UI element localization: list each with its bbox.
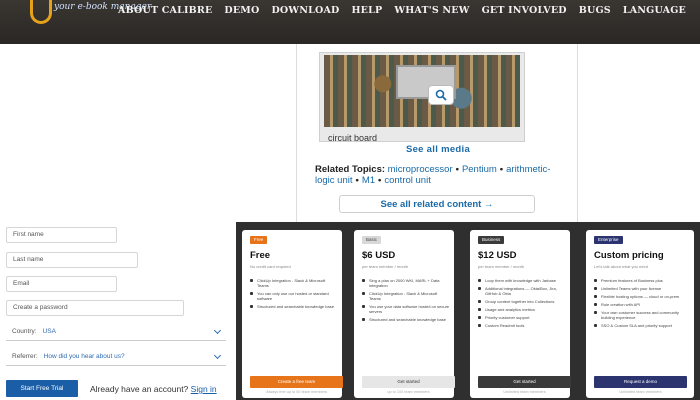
- plan-subtitle: Let's talk about what you need: [594, 264, 648, 269]
- pricing-panel: Free Free No credit card required ClickU…: [236, 222, 700, 400]
- see-all-media-link[interactable]: See all media: [297, 144, 579, 155]
- plan-subtitle: No credit card required: [250, 264, 291, 269]
- media-caption: circuit board: [328, 133, 378, 143]
- referrer-label: Referrer:: [12, 353, 38, 360]
- feature-item: Loop them with knowledge with Jarbase: [478, 278, 566, 283]
- last-name-field[interactable]: Last name: [6, 252, 138, 268]
- plan-badge: Free: [250, 236, 268, 244]
- sign-in-link[interactable]: Sign in: [191, 384, 217, 394]
- get-started-basic-button[interactable]: Get started: [362, 376, 455, 388]
- country-value: USA: [42, 328, 56, 335]
- country-label: Country:: [12, 328, 37, 335]
- plan-features: Loop them with knowledge with Jarbase Ad…: [478, 278, 566, 331]
- first-name-field[interactable]: First name: [6, 227, 117, 243]
- related-link-control-unit[interactable]: control unit: [384, 175, 430, 186]
- nav-get-involved[interactable]: Get Involved: [476, 5, 573, 16]
- plan-features: Sing a plan on 2000 WKI, MARL + Data int…: [362, 278, 450, 325]
- related-link-microprocessor[interactable]: microprocessor: [388, 164, 453, 175]
- calibre-logo[interactable]: your e-book manager: [26, 0, 151, 30]
- main-nav: About Calibre Demo Download Help What's …: [112, 5, 692, 16]
- start-free-trial-button[interactable]: Start Free Trial: [6, 380, 78, 397]
- feature-item: Usage and analytics metrics: [478, 307, 566, 312]
- related-link-m1[interactable]: M1: [362, 175, 375, 186]
- site-header: your e-book manager About Calibre Demo D…: [0, 0, 700, 44]
- sign-in-prompt: Already have an account? Sign in: [90, 384, 217, 394]
- referrer-value: How did you hear about us?: [43, 353, 125, 360]
- nav-help[interactable]: Help: [346, 5, 389, 16]
- feature-item: Unlimited Teams with your license: [594, 286, 682, 291]
- feature-item: Group content together into Collections: [478, 299, 566, 304]
- plan-footnote: Always free up to 50 team members: [266, 390, 327, 394]
- nav-whats-new[interactable]: What's New: [388, 5, 475, 16]
- feature-item: Flexible hosting options — cloud or on-p…: [594, 294, 682, 299]
- plan-card-business: Business $12 USD per team member / month…: [470, 230, 571, 398]
- request-demo-button[interactable]: Request a demo: [594, 376, 687, 388]
- feature-item: Structured and searchable knowledge base: [250, 304, 338, 309]
- feature-item: Priority customer support: [478, 315, 566, 320]
- feature-item: Additional integrations — Okta/Box, Jira…: [478, 286, 566, 296]
- see-all-related-button[interactable]: See all related content →: [339, 195, 535, 213]
- feature-item: Your own customer success and community …: [594, 310, 682, 320]
- plan-price: $12 USD: [478, 250, 517, 261]
- zoom-button[interactable]: [428, 85, 454, 105]
- plan-features: Premium features of Business plus Unlimi…: [594, 278, 682, 331]
- plan-price: Free: [250, 250, 271, 261]
- feature-item: Role creation with API: [594, 302, 682, 307]
- plan-card-free: Free Free No credit card required ClickU…: [242, 230, 343, 398]
- feature-item: Custom Readmit tools: [478, 323, 566, 328]
- plan-badge: Enterprise: [594, 236, 623, 244]
- nav-download[interactable]: Download: [265, 5, 345, 16]
- media-card: circuit board See all media Related Topi…: [296, 44, 578, 222]
- nav-bugs[interactable]: Bugs: [573, 5, 617, 16]
- plan-footnote: up to 100 team members: [387, 390, 430, 394]
- nav-about[interactable]: About Calibre: [112, 5, 218, 16]
- feature-item: Sing a plan on 2000 WKI, MARL + Data int…: [362, 278, 450, 288]
- plan-subtitle: per team member / month: [478, 264, 525, 269]
- chevron-down-icon: [213, 326, 222, 335]
- feature-item: Premium features of Business plus: [594, 278, 682, 283]
- related-topics-label: Related Topics:: [315, 164, 386, 175]
- plan-badge: Business: [478, 236, 505, 244]
- related-topics: Related Topics: microprocessor • Pentium • a…: [315, 164, 551, 186]
- get-started-business-button[interactable]: Get started: [478, 376, 571, 388]
- circuit-board-image[interactable]: [324, 55, 520, 127]
- media-thumbnail[interactable]: circuit board: [319, 52, 525, 143]
- plan-subtitle: per team member / month: [362, 264, 409, 269]
- feature-item: SSO & Custom SLA and priority support: [594, 323, 682, 328]
- already-have-account-text: Already have an account?: [90, 384, 189, 394]
- feature-item: Structured and searchable knowledge base: [362, 317, 450, 322]
- nav-demo[interactable]: Demo: [218, 5, 265, 16]
- email-field[interactable]: Email: [6, 276, 117, 292]
- country-select[interactable]: Country: USA: [6, 325, 226, 341]
- magnifier-icon: [435, 89, 447, 101]
- referrer-select[interactable]: Referrer: How did you hear about us?: [6, 350, 226, 366]
- logo-ring-icon: [30, 0, 52, 24]
- plan-card-enterprise: Enterprise Custom pricing Let's talk abo…: [586, 230, 694, 398]
- feature-item: ClickUp Integration - Slack & Microsoft …: [362, 291, 450, 301]
- plan-card-basic: Basic $6 USD per team member / month Sin…: [354, 230, 455, 398]
- plan-footnote: Unlimited team members: [619, 390, 662, 394]
- plan-features: ClickUp Integration - Slack & Microsoft …: [250, 278, 338, 312]
- create-free-team-button[interactable]: Create a free team: [250, 376, 343, 388]
- feature-item: ClickUp Integration - Slack & Microsoft …: [250, 278, 338, 288]
- related-link-pentium[interactable]: Pentium: [462, 164, 497, 175]
- plan-badge: Basic: [362, 236, 382, 244]
- chevron-down-icon: [213, 351, 222, 360]
- password-field[interactable]: Create a password: [6, 300, 184, 316]
- plan-price: Custom pricing: [594, 250, 664, 261]
- feature-item: You can only use our hosted or standard …: [250, 291, 338, 301]
- feature-item: You use your data software hosted on sec…: [362, 304, 450, 314]
- plan-footnote: Unlimited team members: [503, 390, 546, 394]
- nav-language[interactable]: Language: [617, 5, 692, 16]
- plan-price: $6 USD: [362, 250, 396, 261]
